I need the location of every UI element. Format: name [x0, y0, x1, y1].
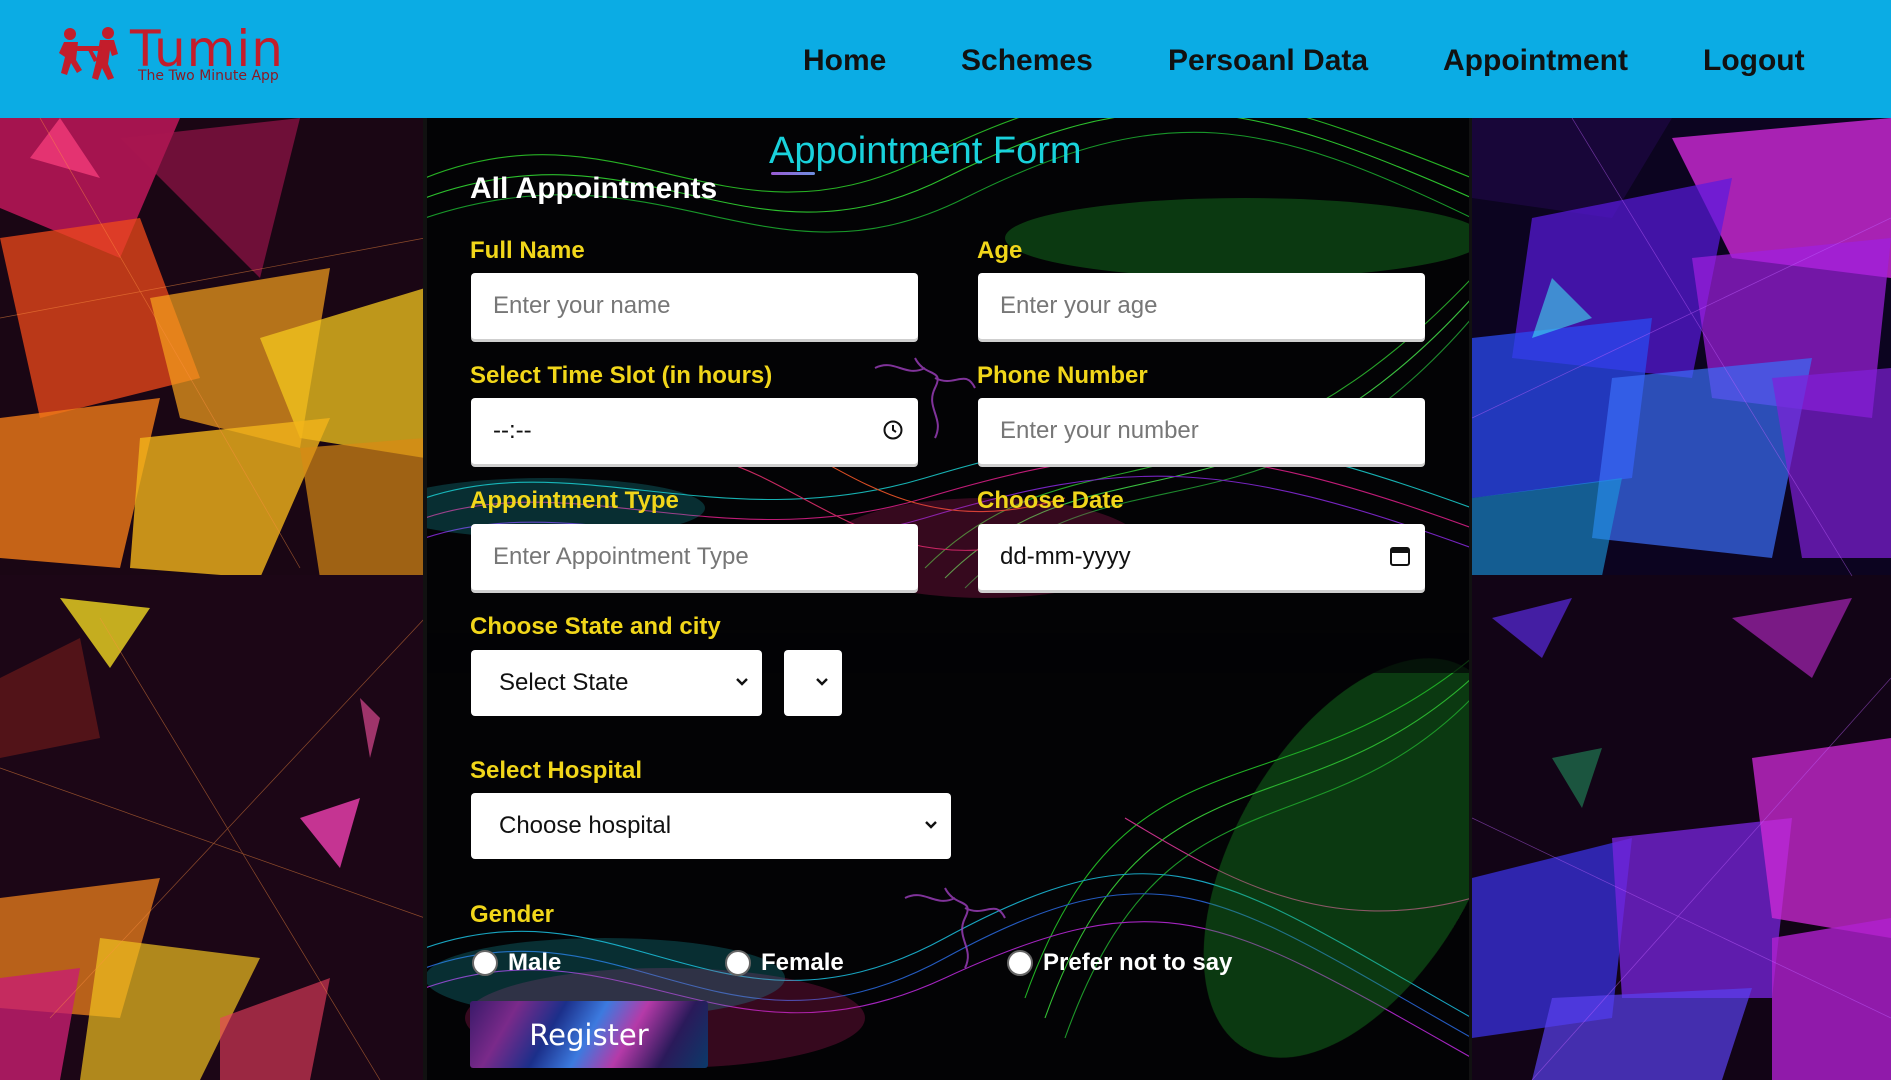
- nav-personal-data[interactable]: Persoanl Data: [1168, 44, 1368, 78]
- nav-logout[interactable]: Logout: [1703, 44, 1805, 78]
- children-logo-icon: [59, 27, 118, 80]
- nav-home[interactable]: Home: [803, 44, 886, 78]
- title-underline: [771, 172, 815, 175]
- date-value: dd-mm-yyyy: [1000, 543, 1131, 570]
- nav-appointment[interactable]: Appointment: [1443, 44, 1628, 78]
- time-slot-value: --:--: [493, 417, 532, 444]
- time-slot-label: Select Time Slot (in hours): [470, 362, 773, 389]
- age-input[interactable]: Enter your age: [978, 273, 1425, 339]
- time-slot-input[interactable]: --:--: [471, 398, 918, 464]
- brand-tagline: The Two Minute App: [138, 68, 279, 84]
- all-appointments-heading: All Appointments: [470, 172, 718, 205]
- radio-prefer-not[interactable]: [1007, 950, 1033, 976]
- radio-female-label: Female: [761, 949, 844, 976]
- chevron-down-icon: [736, 678, 748, 686]
- radio-prefer-not-label: Prefer not to say: [1043, 949, 1233, 976]
- full-name-label: Full Name: [470, 237, 585, 264]
- nav-schemes[interactable]: Schemes: [961, 44, 1093, 78]
- brand-logo[interactable]: Tumin The Two Minute App: [58, 20, 298, 92]
- chevron-down-icon: [816, 678, 828, 686]
- hospital-select[interactable]: Choose hospital: [471, 793, 951, 859]
- form-title-text: Appointment Form: [769, 130, 1082, 172]
- choose-date-label: Choose Date: [977, 487, 1124, 514]
- phone-number-input[interactable]: Enter your number: [978, 398, 1425, 464]
- radio-male[interactable]: [472, 950, 498, 976]
- right-background-art: [1472, 118, 1891, 1080]
- radio-female[interactable]: [725, 950, 751, 976]
- radio-male-label: Male: [508, 949, 562, 976]
- state-select-value: Select State: [499, 669, 629, 696]
- chevron-down-icon: [925, 821, 937, 829]
- hospital-label: Select Hospital: [470, 757, 643, 784]
- left-background-art: [0, 118, 425, 1080]
- city-select[interactable]: [784, 650, 842, 716]
- age-label: Age: [977, 237, 1023, 264]
- hospital-select-value: Choose hospital: [499, 812, 672, 839]
- gender-option-prefer-not[interactable]: Prefer not to say: [1007, 949, 1232, 977]
- calendar-icon[interactable]: [1389, 545, 1411, 567]
- clock-icon[interactable]: [882, 419, 904, 441]
- register-button-label: Register: [529, 1017, 649, 1052]
- appointment-type-input[interactable]: Enter Appointment Type: [471, 524, 918, 590]
- register-button[interactable]: Register: [470, 1001, 708, 1068]
- gender-option-female[interactable]: Female: [725, 949, 844, 977]
- phone-number-label: Phone Number: [977, 362, 1148, 389]
- state-select[interactable]: Select State: [471, 650, 762, 716]
- gender-option-male[interactable]: Male: [472, 949, 561, 977]
- appointment-type-label: Appointment Type: [470, 487, 679, 514]
- left-divider: [423, 118, 427, 1080]
- state-city-label: Choose State and city: [470, 613, 721, 640]
- gender-label: Gender: [470, 901, 555, 928]
- form-title: Appointment Form: [769, 130, 1082, 175]
- date-input[interactable]: dd-mm-yyyy: [978, 524, 1425, 590]
- top-navbar: Tumin The Two Minute App Home Schemes Pe…: [0, 0, 1891, 118]
- full-name-input[interactable]: Enter your name: [471, 273, 918, 339]
